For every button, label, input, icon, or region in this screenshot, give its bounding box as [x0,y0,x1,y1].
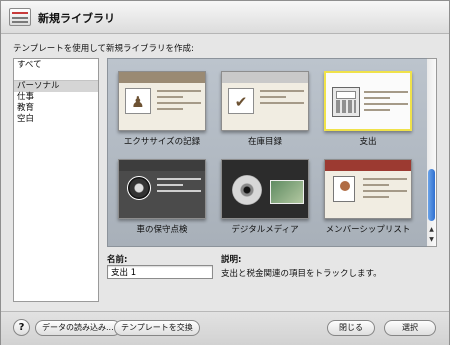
library-name-input[interactable] [107,265,213,279]
dialog-title: 新規ライブラリ [38,12,115,25]
template-label: エクササイズの記録 [123,137,201,147]
scroll-down-arrow-icon[interactable]: ▼ [427,235,436,245]
template-thumbnail [324,71,412,131]
new-library-dialog: 新規ライブラリ テンプレートを使用して新規ライブラリを作成: すべて パーソナル… [0,0,450,345]
category-item-work[interactable]: 仕事 [14,92,98,103]
template-exercise-log[interactable]: ♟ エクササイズの記録 [118,71,210,147]
import-data-button[interactable]: データの読み込み... [35,320,121,336]
photo-thumbnail [270,180,304,204]
template-membership-list[interactable]: メンバーシップリスト [324,159,416,235]
calculator-icon [332,87,360,117]
template-thumbnail: ✔ [221,71,309,131]
title-bar: 新規ライブラリ [1,1,449,34]
member-card-icon [333,176,355,202]
template-thumbnail [324,159,412,219]
library-app-icon [9,8,31,26]
template-thumbnail [118,159,206,219]
category-item-all[interactable]: すべて [14,59,98,81]
template-gallery: ♟ エクササイズの記録 ✔ 在庫目録 支出 車の保守点検 デジタルメディア メン… [107,58,429,247]
help-button[interactable]: ? [13,319,30,336]
category-item-blank[interactable]: 空白 [14,114,98,125]
template-digital-media[interactable]: デジタルメディア [221,159,313,235]
tire-icon [127,176,151,200]
dialog-footer: ? データの読み込み... テンプレートを交換 閉じる 選択 [1,311,449,345]
template-label: デジタルメディア [231,225,299,235]
scroll-thumb[interactable] [428,169,435,221]
template-thumbnail: ♟ [118,71,206,131]
template-label: メンバーシップリスト [325,225,411,235]
template-car-maintenance[interactable]: 車の保守点検 [118,159,210,235]
disc-icon [232,175,262,205]
description-text: 支出と税金関連の項目をトラックします。 [221,269,382,279]
category-item-education[interactable]: 教育 [14,103,98,114]
gallery-scrollbar[interactable]: ▲ ▼ [427,58,437,247]
swap-template-button[interactable]: テンプレートを交換 [114,320,200,336]
close-button[interactable]: 閉じる [327,320,375,336]
description-label: 説明: [221,255,242,265]
template-label: 在庫目録 [247,137,282,147]
category-list[interactable]: すべて パーソナル 仕事 教育 空白 [13,58,99,302]
template-prompt: テンプレートを使用して新規ライブラリを作成: [13,44,194,54]
template-inventory[interactable]: ✔ 在庫目録 [221,71,313,147]
template-label: 支出 [359,137,377,147]
category-item-personal[interactable]: パーソナル [14,81,98,92]
select-button[interactable]: 選択 [384,320,436,336]
scroll-up-arrow-icon[interactable]: ▲ [427,225,436,235]
template-label: 車の保守点検 [136,225,188,235]
template-expenses[interactable]: 支出 [324,71,416,147]
inventory-icon: ✔ [228,88,254,114]
template-thumbnail [221,159,309,219]
name-label: 名前: [107,255,128,265]
exercise-icon: ♟ [125,88,151,114]
